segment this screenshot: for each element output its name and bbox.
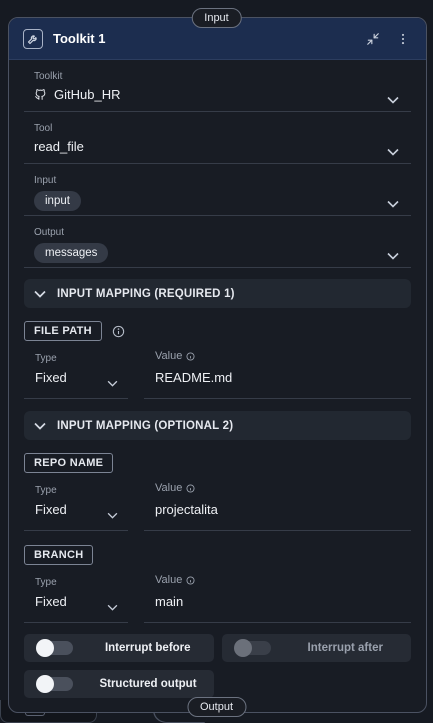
type-select[interactable]: Type Fixed [24,479,128,531]
value-label: Value [155,574,183,586]
output-chip[interactable]: messages [34,243,109,263]
toggle-switch[interactable] [233,639,271,657]
type-select[interactable]: Type Fixed [24,347,128,399]
chevron-down-icon[interactable] [107,374,118,392]
value-field[interactable]: Value README.md [144,347,411,399]
node-title: Toolkit 1 [53,31,106,46]
interrupt-after-toggle[interactable]: Interrupt after [221,634,411,662]
info-icon[interactable] [186,351,195,361]
value-text: README.md [155,370,233,385]
output-handle[interactable]: Output [186,697,247,717]
toolkit-label: Toolkit [34,71,63,82]
toggle-switch[interactable] [36,639,73,657]
output-label: Output [34,227,65,238]
wrench-icon [23,28,43,49]
interrupt-before-toggle[interactable]: Interrupt before [24,634,214,662]
toggle-label: Interrupt before [104,642,191,654]
branch-row: Type Fixed Value main [24,571,411,623]
more-vertical-icon[interactable] [390,26,416,52]
param-name: BRANCH [24,545,94,565]
collapse-icon[interactable] [360,26,386,52]
tool-label: Tool [34,123,53,134]
type-select[interactable]: Type Fixed [24,571,128,623]
toolkit-value: GitHub_HR [54,87,121,102]
info-icon[interactable] [186,575,195,585]
value-field[interactable]: Value projectalita [144,479,411,531]
param-name: REPO NAME [24,453,114,473]
optional-mapping-title: INPUT MAPPING (OPTIONAL 2) [57,419,234,432]
chevron-down-icon[interactable] [107,506,118,524]
param-name: FILE PATH [24,321,102,341]
type-label: Type [35,577,57,588]
chevron-down-icon[interactable] [107,598,118,616]
chevron-down-icon[interactable] [387,195,399,213]
info-icon[interactable] [186,483,195,493]
repo-name-param: REPO NAME [24,453,411,473]
input-select[interactable]: Input input [24,164,411,216]
output-select[interactable]: Output messages [24,216,411,268]
toolkit-select[interactable]: Toolkit GitHub_HR [24,60,411,112]
chevron-down-icon[interactable] [387,91,399,109]
chevron-down-icon[interactable] [387,143,399,161]
input-chip[interactable]: input [34,191,81,211]
value-text: main [155,594,184,609]
github-icon [34,88,47,101]
branch-param: BRANCH [24,545,411,565]
repo-name-row: Type Fixed Value projectalita [24,479,411,531]
input-label: Input [34,175,57,186]
chevron-down-icon[interactable] [34,290,46,298]
chevron-down-icon[interactable] [387,247,399,265]
value-text: projectalita [155,502,218,517]
file-path-row: Type Fixed Value README.md [24,347,411,399]
info-icon[interactable] [112,325,125,338]
type-label: Type [35,353,57,364]
tool-select[interactable]: Tool read_file [24,112,411,164]
toggle-label: Interrupt after [307,642,383,654]
required-mapping-title: INPUT MAPPING (REQUIRED 1) [57,287,235,300]
file-path-param: FILE PATH [24,321,411,341]
toolkit-node[interactable]: Toolkit 1 Toolkit GitHub_HR Tool read_fi… [8,17,427,713]
value-label: Value [155,482,183,494]
optional-mapping-section[interactable]: INPUT MAPPING (OPTIONAL 2) [24,411,411,440]
toggle-label: Structured output [99,678,197,690]
structured-output-toggle[interactable]: Structured output [24,670,214,698]
input-handle[interactable]: Input [191,8,242,28]
value-field[interactable]: Value main [144,571,411,623]
toggle-switch[interactable] [36,675,73,693]
type-label: Type [35,485,57,496]
tool-value: read_file [34,139,84,154]
value-label: Value [155,350,183,362]
chevron-down-icon[interactable] [34,422,46,430]
required-mapping-section[interactable]: INPUT MAPPING (REQUIRED 1) [24,279,411,308]
